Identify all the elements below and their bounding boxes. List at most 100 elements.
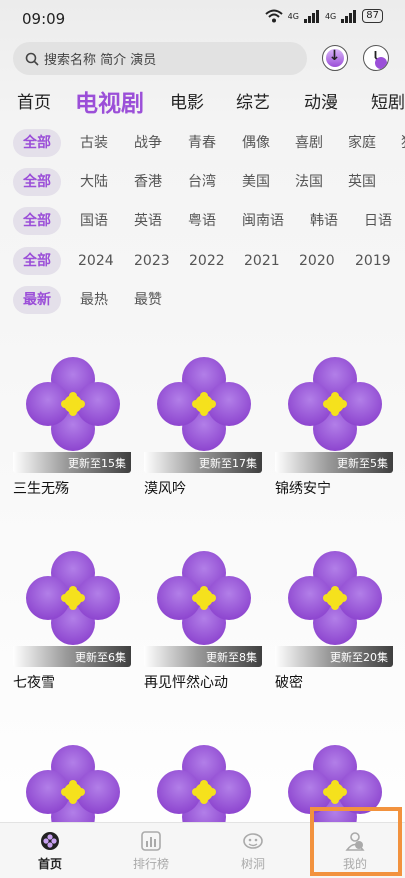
filter-chip[interactable]: 2022 bbox=[189, 247, 225, 275]
filter-chip[interactable]: 粤语 bbox=[188, 207, 216, 235]
episode-status: 更新至8集 bbox=[206, 651, 257, 664]
profile-icon bbox=[345, 832, 365, 851]
filter-chip[interactable]: 偶像 bbox=[242, 129, 270, 157]
show-poster[interactable]: 更新至17集 bbox=[144, 346, 262, 474]
signal-icon bbox=[303, 9, 319, 23]
tab-movies[interactable]: 电影 bbox=[170, 88, 204, 113]
filter-chip[interactable]: 韩语 bbox=[310, 207, 338, 235]
download-button[interactable]: ↓ bbox=[322, 45, 348, 71]
filter-chip[interactable]: 2023 bbox=[134, 247, 170, 275]
tab-tv-series[interactable]: 电视剧 bbox=[75, 84, 144, 116]
filter-chip[interactable]: 家庭 bbox=[348, 129, 376, 157]
history-badge bbox=[375, 57, 387, 69]
episode-status: 更新至15集 bbox=[68, 457, 126, 470]
filter-chip[interactable]: 国语 bbox=[80, 207, 108, 235]
filter-chip[interactable]: 英国 bbox=[348, 168, 376, 196]
filter-chip[interactable]: 香港 bbox=[134, 168, 162, 196]
nav-home[interactable]: 首页 bbox=[8, 823, 92, 878]
filter-chip[interactable]: 青春 bbox=[188, 129, 216, 157]
home-icon bbox=[41, 832, 59, 850]
episode-badge: 更新至20集 bbox=[275, 646, 393, 667]
filter-chip[interactable]: 古装 bbox=[80, 129, 108, 157]
filter-chip[interactable]: 全部 bbox=[13, 129, 61, 157]
episode-status: 更新至17集 bbox=[199, 457, 257, 470]
ranking-icon bbox=[141, 831, 161, 851]
flower-poster-icon bbox=[288, 551, 382, 645]
filter-chip[interactable]: 最热 bbox=[80, 286, 108, 314]
episode-badge: 更新至17集 bbox=[144, 452, 262, 473]
category-tabs: 首页 电视剧 电影 综艺 动漫 短剧 bbox=[17, 84, 405, 116]
search-placeholder: 搜索名称 简介 演员 bbox=[44, 53, 157, 68]
filter-chip[interactable]: 喜剧 bbox=[295, 129, 323, 157]
status-bar: 09:09 4G 4G 87 bbox=[0, 0, 405, 36]
tab-anime[interactable]: 动漫 bbox=[304, 88, 338, 113]
show-title[interactable]: 再见怦然心动 bbox=[144, 672, 228, 692]
filter-chip[interactable]: 全部 bbox=[13, 207, 61, 235]
nav-label: 树洞 bbox=[240, 857, 265, 871]
tab-variety[interactable]: 综艺 bbox=[236, 88, 270, 113]
filter-row-sort: 最新 最热 最赞 bbox=[13, 286, 405, 314]
tab-home[interactable]: 首页 bbox=[17, 88, 51, 113]
filter-chip[interactable]: 法国 bbox=[295, 168, 323, 196]
show-title[interactable]: 锦绣安宁 bbox=[275, 478, 331, 498]
show-title[interactable]: 七夜雪 bbox=[13, 672, 55, 692]
filter-chip[interactable]: 战争 bbox=[134, 129, 162, 157]
filter-chip[interactable]: 2020 bbox=[299, 247, 335, 275]
filter-chip[interactable]: 台湾 bbox=[188, 168, 216, 196]
show-poster[interactable]: 更新至5集 bbox=[275, 346, 393, 474]
filter-chip[interactable]: 2021 bbox=[244, 247, 280, 275]
show-poster[interactable]: 更新至20集 bbox=[275, 540, 393, 668]
status-time: 09:09 bbox=[22, 10, 66, 28]
filter-chip[interactable]: 全部 bbox=[13, 247, 61, 275]
flower-poster-icon bbox=[288, 357, 382, 451]
filter-chip[interactable]: 闽南语 bbox=[242, 207, 284, 235]
filter-chip[interactable]: 最赞 bbox=[134, 286, 162, 314]
show-title[interactable]: 三生无殇 bbox=[13, 478, 69, 498]
filter-row-year: 全部 2024 2023 2022 2021 2020 2019 bbox=[13, 247, 405, 275]
filter-chip[interactable]: 2024 bbox=[78, 247, 114, 275]
filter-chip[interactable]: 美国 bbox=[242, 168, 270, 196]
show-title[interactable]: 破密 bbox=[275, 672, 303, 692]
show-poster[interactable]: 更新至8集 bbox=[144, 540, 262, 668]
download-arrow-icon: ↓ bbox=[328, 48, 341, 64]
show-poster[interactable]: 更新至15集 bbox=[13, 346, 131, 474]
tab-short-drama[interactable]: 短剧 bbox=[371, 88, 405, 113]
filter-chip[interactable]: 全部 bbox=[13, 168, 61, 196]
flower-poster-icon bbox=[26, 357, 120, 451]
show-poster[interactable]: 更新至6集 bbox=[13, 540, 131, 668]
network-label-2: 4G bbox=[324, 11, 337, 21]
network-label-1: 4G bbox=[287, 11, 299, 21]
filter-chip[interactable]: 大陆 bbox=[80, 168, 108, 196]
episode-status: 更新至20集 bbox=[330, 651, 388, 664]
signal-icon bbox=[341, 9, 357, 23]
tree-hole-icon bbox=[243, 833, 263, 849]
filter-chip[interactable]: 最新 bbox=[13, 286, 61, 314]
nav-label: 排行榜 bbox=[132, 857, 169, 871]
episode-status: 更新至5集 bbox=[337, 457, 388, 470]
flower-poster-icon bbox=[157, 551, 251, 645]
nav-ranking[interactable]: 排行榜 bbox=[109, 823, 193, 878]
status-icons: 4G 4G 87 bbox=[265, 9, 383, 23]
filter-row-region: 全部 大陆 香港 台湾 美国 法国 英国 bbox=[13, 168, 405, 196]
history-button[interactable] bbox=[363, 45, 389, 71]
wifi-icon bbox=[265, 9, 283, 23]
filter-chip[interactable]: 2019 bbox=[355, 247, 391, 275]
bottom-nav: 首页 排行榜 树洞 我的 bbox=[0, 822, 405, 878]
nav-profile[interactable]: 我的 bbox=[313, 823, 397, 878]
nav-tree-hole[interactable]: 树洞 bbox=[211, 823, 295, 878]
nav-label: 首页 bbox=[37, 857, 62, 871]
filter-chip[interactable]: 日语 bbox=[364, 207, 392, 235]
filter-chip[interactable]: 犯罪 bbox=[401, 129, 405, 157]
episode-badge: 更新至8集 bbox=[144, 646, 262, 667]
nav-label: 我的 bbox=[342, 857, 367, 871]
flower-poster-icon bbox=[26, 551, 120, 645]
episode-badge: 更新至5集 bbox=[275, 452, 393, 473]
search-icon bbox=[25, 52, 39, 66]
battery-indicator: 87 bbox=[362, 9, 383, 23]
filter-chip[interactable]: 英语 bbox=[134, 207, 162, 235]
search-row: 搜索名称 简介 演员 ↓ bbox=[13, 42, 393, 76]
episode-badge: 更新至6集 bbox=[13, 646, 131, 667]
search-input[interactable]: 搜索名称 简介 演员 bbox=[13, 42, 307, 75]
show-title[interactable]: 漠风吟 bbox=[144, 478, 186, 498]
episode-status: 更新至6集 bbox=[75, 651, 126, 664]
